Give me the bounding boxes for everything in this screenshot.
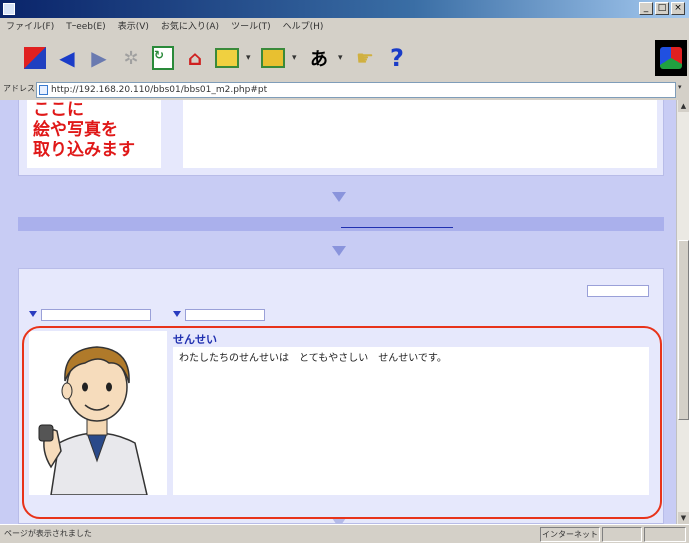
font-size-button[interactable]: あ: [306, 45, 332, 71]
post-action-button-1[interactable]: [41, 309, 151, 321]
stop-icon: ✲: [123, 47, 139, 69]
post-body: わたしたちのせんせいは とてもやさしい せんせいです。: [173, 347, 649, 495]
scroll-down-arrow-icon[interactable]: ▼: [678, 512, 689, 524]
close-button[interactable]: ×: [671, 2, 685, 15]
page-icon: [39, 85, 48, 95]
status-bar: ページが表示されました インターネット: [0, 524, 689, 543]
teacher-illustration: [29, 331, 167, 496]
menu-help[interactable]: ヘルプ(H): [283, 18, 324, 36]
triangle-marker-icon: [173, 311, 181, 317]
menu-file[interactable]: ファイル(F): [6, 18, 54, 36]
down-arrow-icon: [332, 192, 346, 202]
image-placeholder-text: ここに 絵や写真を 取り込みます: [33, 100, 135, 160]
post-action-button-2[interactable]: [185, 309, 265, 321]
status-text: ページが表示されました: [4, 529, 92, 538]
menu-bar: ファイル(F) Tｰeeb(E) 表示(V) お気に入り(A) ツール(T) ヘ…: [0, 18, 689, 36]
address-dropdown-icon[interactable]: ▾: [678, 83, 686, 97]
help-button[interactable]: ?: [384, 44, 410, 72]
scroll-up-arrow-icon[interactable]: ▲: [678, 100, 689, 112]
favorites-dropdown-caret-icon[interactable]: ▾: [292, 53, 300, 63]
thread-link-bar: [18, 217, 664, 231]
image-text-line-2: 絵や写真を: [33, 120, 118, 140]
down-arrow-icon: [332, 246, 346, 256]
minimize-button[interactable]: _: [639, 2, 653, 15]
address-input[interactable]: http://192.168.20.110/bbs01/bbs01_m2.php…: [36, 82, 676, 98]
favorites-folder-icon: [261, 48, 285, 68]
image-text-line-1: ここに: [33, 100, 84, 120]
forward-button[interactable]: ▶: [86, 45, 112, 71]
folder-button[interactable]: [214, 45, 240, 71]
home-icon: ⌂: [187, 46, 203, 70]
previous-post: ここに 絵や写真を 取り込みます: [18, 100, 664, 176]
hand-pointer-icon: ☛: [356, 46, 374, 70]
address-url: http://192.168.20.110/bbs01/bbs01_m2.php…: [51, 85, 268, 95]
folder-icon: [215, 48, 239, 68]
post-image: ここに 絵や写真を 取り込みます: [27, 100, 161, 168]
menu-edit[interactable]: Tｰeeb(E): [66, 18, 106, 36]
image-text-line-3: 取り込みます: [33, 140, 135, 160]
teacher-avatar-icon: [38, 346, 148, 496]
status-cell-empty: [602, 527, 642, 542]
app-icon: [3, 3, 15, 15]
refresh-button[interactable]: ↻: [150, 45, 176, 71]
favorites-button[interactable]: [260, 45, 286, 71]
back-arrow-icon: ◀: [59, 46, 75, 70]
thread-link[interactable]: [341, 219, 453, 228]
mail-logo-button[interactable]: [22, 45, 48, 71]
throbber-gem-icon: [660, 47, 682, 69]
stop-button[interactable]: ✲: [118, 45, 144, 71]
address-bar: アドレス http://192.168.20.110/bbs01/bbs01_m…: [0, 80, 689, 100]
forward-arrow-icon: ▶: [91, 46, 107, 70]
print-button[interactable]: ☛: [352, 45, 378, 71]
previous-post-body: [183, 100, 657, 168]
vertical-scrollbar[interactable]: ▲ ▼: [676, 100, 689, 524]
mail-logo-icon: [24, 47, 46, 69]
current-post: せんせい わたしたちのせんせいは とてもやさしい せんせいです。: [18, 268, 664, 524]
toolbar: ◀ ▶ ✲ ↻ ⌂ ▾ ▾ あ ▾ ☛ ?: [0, 36, 689, 80]
post-title: せんせい: [173, 333, 217, 346]
back-button[interactable]: ◀: [54, 45, 80, 71]
home-button[interactable]: ⌂: [182, 45, 208, 71]
throbber-logo: [655, 40, 687, 76]
menu-view[interactable]: 表示(V): [118, 18, 149, 36]
page-content: ここに 絵や写真を 取り込みます せんせい わたしたちのせんせいは とてもやさし…: [0, 100, 676, 524]
maximize-button[interactable]: □: [655, 2, 669, 15]
folder-dropdown-caret-icon[interactable]: ▾: [246, 53, 254, 63]
triangle-marker-icon: [29, 311, 37, 317]
post-body-text: わたしたちのせんせいは とてもやさしい せんせいです。: [179, 353, 447, 364]
window-titlebar: _ □ ×: [0, 0, 689, 18]
reply-button[interactable]: [587, 285, 649, 297]
menu-favorites[interactable]: お気に入り(A): [161, 18, 219, 36]
status-cell-empty-2: [644, 527, 686, 542]
page-icon: ↻: [152, 46, 174, 70]
font-dropdown-caret-icon[interactable]: ▾: [338, 53, 346, 63]
address-label: アドレス: [3, 84, 35, 93]
scroll-thumb[interactable]: [678, 240, 689, 420]
status-zone: インターネット: [540, 527, 600, 542]
menu-tools[interactable]: ツール(T): [231, 18, 271, 36]
